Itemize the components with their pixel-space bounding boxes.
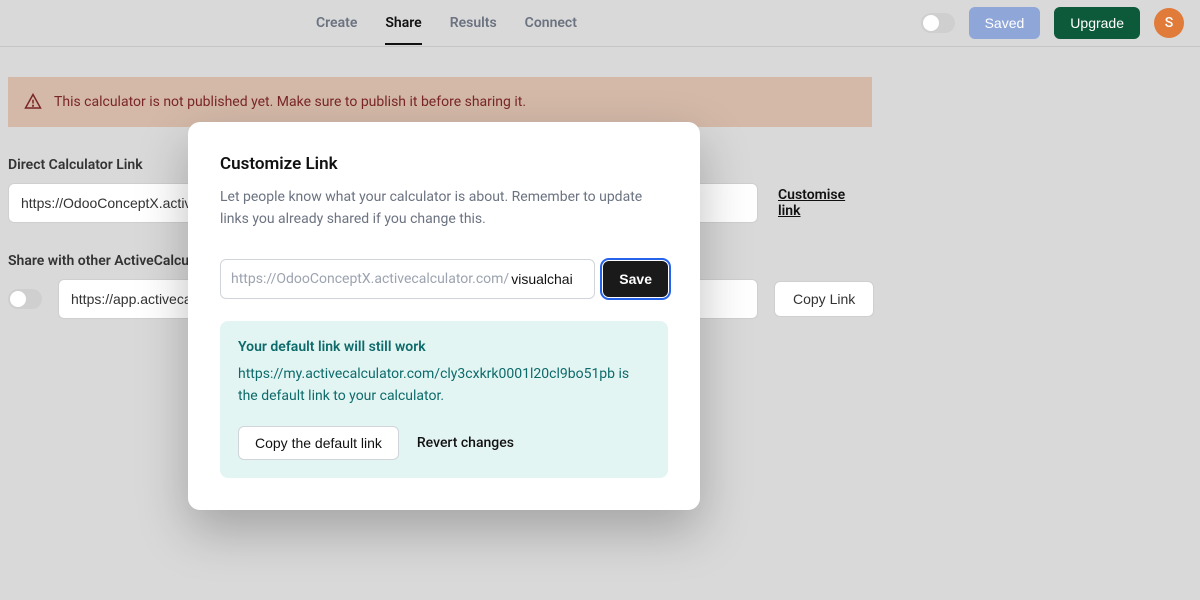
tab-connect[interactable]: Connect (525, 1, 577, 45)
modal-info-title: Your default link will still work (238, 339, 650, 355)
publish-toggle[interactable] (921, 13, 955, 33)
copy-link-button[interactable]: Copy Link (774, 281, 874, 317)
copy-default-button[interactable]: Copy the default link (238, 426, 399, 460)
saved-button[interactable]: Saved (969, 7, 1041, 39)
modal-info-actions: Copy the default link Revert changes (238, 426, 650, 460)
modal-title: Customize Link (220, 154, 668, 174)
customize-link-modal: Customize Link Let people know what your… (188, 122, 700, 510)
modal-input-row: https://OdooConceptX.activecalculator.co… (220, 259, 668, 299)
warning-icon (24, 93, 42, 111)
warning-banner: This calculator is not published yet. Ma… (8, 77, 872, 127)
tab-results[interactable]: Results (450, 1, 497, 45)
nav-tabs: Create Share Results Connect (316, 1, 577, 45)
tab-share[interactable]: Share (385, 1, 421, 45)
modal-input-wrapper[interactable]: https://OdooConceptX.activecalculator.co… (220, 259, 595, 299)
avatar[interactable]: S (1154, 8, 1184, 38)
modal-input-prefix: https://OdooConceptX.activecalculator.co… (231, 271, 509, 287)
customise-link[interactable]: Customise link (778, 187, 862, 219)
upgrade-button[interactable]: Upgrade (1054, 7, 1140, 39)
warning-text: This calculator is not published yet. Ma… (54, 94, 526, 110)
modal-info-text: https://my.activecalculator.com/cly3cxkr… (238, 363, 650, 408)
modal-slug-input[interactable] (509, 271, 589, 287)
modal-description: Let people know what your calculator is … (220, 186, 668, 231)
tab-create[interactable]: Create (316, 1, 357, 45)
save-button[interactable]: Save (603, 261, 668, 297)
header: Create Share Results Connect Saved Upgra… (0, 0, 1200, 47)
share-toggle[interactable] (8, 289, 42, 309)
modal-info-box: Your default link will still work https:… (220, 321, 668, 478)
header-right: Saved Upgrade S (921, 7, 1184, 39)
revert-changes-link[interactable]: Revert changes (417, 435, 514, 451)
